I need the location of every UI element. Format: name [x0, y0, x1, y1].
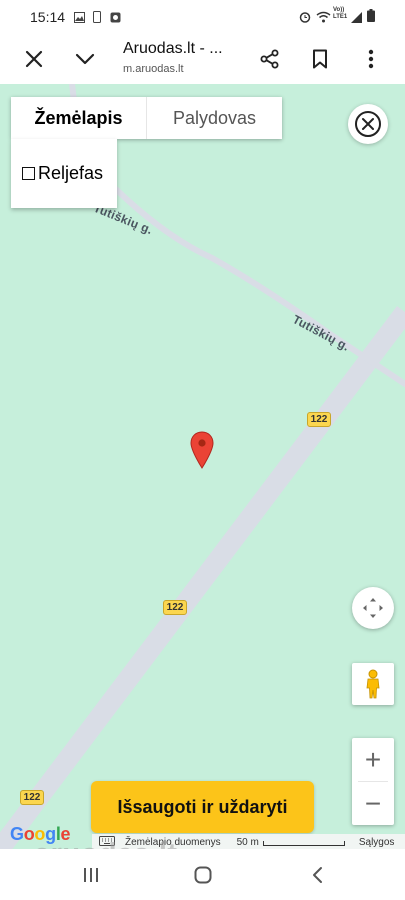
terms-link[interactable]: Sąlygos	[359, 837, 395, 848]
status-time: 15:14	[30, 9, 66, 25]
save-and-close-button[interactable]: Išsaugoti ir uždaryti	[91, 781, 314, 833]
network-label-top: Vo))	[333, 7, 345, 13]
back-icon	[313, 867, 322, 883]
home-icon	[194, 866, 212, 884]
route-shield: 122	[163, 600, 187, 615]
terrain-label: Reljefas	[38, 163, 104, 183]
back-button[interactable]	[302, 863, 332, 887]
chevron-down-icon	[75, 53, 95, 65]
terrain-checkbox[interactable]	[22, 167, 35, 180]
terrain-toggle[interactable]: Reljefas	[11, 139, 117, 208]
route-shield: 122	[307, 412, 331, 427]
recent-apps-button[interactable]	[76, 863, 106, 887]
close-map-button[interactable]	[348, 104, 388, 144]
page-url[interactable]: m.aruodas.lt	[123, 63, 184, 75]
my-location-button[interactable]	[352, 587, 394, 629]
alarm-icon	[299, 10, 311, 28]
zoom-in-button[interactable]: +	[352, 738, 394, 781]
move-arrows-icon	[363, 598, 383, 618]
pegman-icon	[366, 669, 380, 699]
gallery-icon	[74, 10, 85, 28]
map-type-control: Žemėlapis Palydovas	[11, 97, 282, 139]
scale-bar	[262, 840, 345, 846]
zoom-out-button[interactable]: −	[352, 782, 394, 825]
system-nav-bar	[0, 849, 405, 900]
map-canvas[interactable]: Tutiškių g. Tutiškių g. 122 122 122 Žemė…	[0, 84, 405, 849]
signal-icon	[351, 10, 362, 28]
main-road	[0, 305, 405, 849]
tab-map[interactable]: Žemėlapis	[11, 97, 147, 139]
phone-icon	[93, 10, 101, 28]
network-label: Vo)) LTE1	[333, 7, 347, 21]
tab-satellite[interactable]: Palydovas	[147, 97, 282, 139]
google-logo-letter: G	[10, 824, 24, 844]
scale-label[interactable]: 50 m	[237, 837, 259, 848]
close-icon	[25, 50, 43, 68]
share-button[interactable]	[253, 42, 287, 76]
zoom-control: + −	[352, 738, 394, 825]
status-bar: 15:14 Vo)) LTE1	[0, 0, 405, 34]
share-icon	[260, 49, 279, 69]
browser-header: Aruodas.lt - ... m.aruodas.lt	[0, 34, 405, 84]
route-shield: 122	[20, 790, 44, 805]
battery-icon	[367, 9, 375, 27]
collapse-button[interactable]	[68, 42, 102, 76]
location-marker[interactable]	[190, 431, 214, 474]
page-title[interactable]: Aruodas.lt - ...	[123, 40, 223, 58]
home-button[interactable]	[188, 863, 218, 887]
network-label-bottom: LTE1	[333, 14, 348, 20]
bookmark-icon	[313, 49, 327, 69]
wifi-icon	[316, 10, 331, 28]
map-pin-icon	[190, 431, 214, 469]
recent-apps-icon	[84, 868, 98, 882]
street-view-button[interactable]	[352, 663, 394, 705]
close-tab-button[interactable]	[17, 42, 51, 76]
close-circle-icon	[355, 111, 381, 137]
more-vert-icon	[368, 49, 374, 69]
google-logo-letter: o	[23, 824, 35, 844]
bookmark-button[interactable]	[303, 42, 337, 76]
more-options-button[interactable]	[354, 42, 388, 76]
camera-icon	[110, 10, 121, 28]
